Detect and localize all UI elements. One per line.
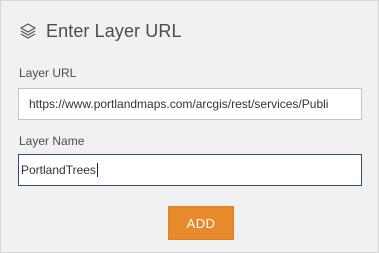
layer-url-input[interactable]: https://www.portlandmaps.com/arcgis/rest… [18,88,362,120]
layer-name-label: Layer Name [19,134,85,148]
layer-url-label: Layer URL [19,66,77,80]
panel-header: Enter Layer URL [18,18,182,44]
layers-icon [18,21,38,41]
add-layer-panel: Enter Layer URL Layer URL https://www.po… [0,0,379,253]
text-caret [96,163,98,177]
add-button[interactable]: ADD [168,206,234,240]
page-title: Enter Layer URL [46,20,182,41]
layer-name-input[interactable]: PortlandTrees [18,154,362,186]
layer-name-value: PortlandTrees [21,163,96,177]
layer-url-value: https://www.portlandmaps.com/arcgis/rest… [29,97,329,111]
